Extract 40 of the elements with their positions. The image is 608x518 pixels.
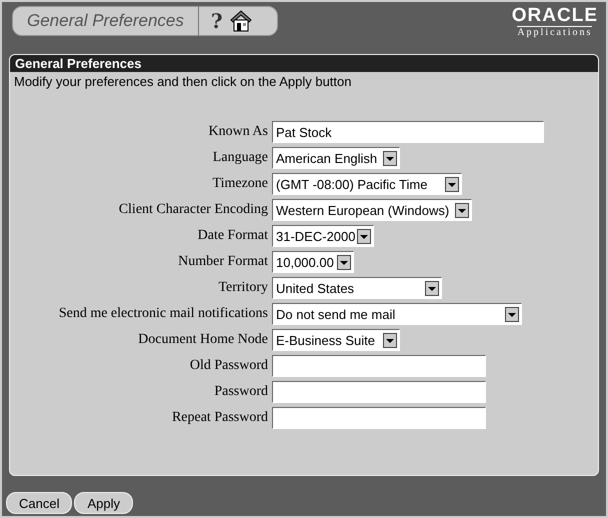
action-button[interactable]: Cancel [6, 492, 72, 514]
password-field[interactable] [272, 355, 486, 377]
caret-icon [337, 254, 351, 270]
caret-icon [455, 202, 469, 218]
action-button[interactable]: Apply [74, 492, 133, 514]
dropdown[interactable]: United States [272, 277, 442, 299]
field-label: Known As [207, 124, 268, 140]
home-icon[interactable] [228, 9, 253, 33]
dropdown[interactable]: Western European (Windows) [272, 199, 472, 221]
dropdown[interactable]: (GMT -08:00) Pacific Time [272, 173, 462, 195]
password-field[interactable] [272, 407, 486, 429]
text-field[interactable]: Pat Stock [272, 121, 544, 143]
caret-icon [425, 280, 439, 296]
caret-icon [357, 228, 371, 244]
caret-icon [383, 150, 397, 166]
dropdown[interactable]: 31-DEC-2000 [272, 225, 374, 247]
field-label: Number Format [177, 254, 268, 270]
caret-icon [383, 332, 397, 348]
caret-icon [505, 306, 519, 322]
field-label: Timezone [212, 176, 268, 192]
field-label: Territory [217, 280, 268, 296]
logo: ORACLE Applications [512, 6, 598, 38]
password-field[interactable] [272, 381, 486, 403]
dropdown[interactable]: E-Business Suite [272, 329, 400, 351]
field-label: Client Character Encoding [118, 202, 268, 218]
field-label: Send me electronic mail notifications [58, 306, 268, 322]
field-label: Document Home Node [137, 332, 268, 348]
dropdown[interactable]: American English [272, 147, 400, 169]
field-label: Repeat Password [170, 410, 268, 426]
help-icon[interactable]: ? [210, 9, 223, 33]
field-label: Password [213, 384, 268, 400]
section-title: General Preferences [10, 55, 598, 72]
caret-icon [445, 176, 459, 192]
dropdown[interactable]: Do not send me mail [272, 303, 522, 325]
field-label: Date Format [196, 228, 268, 244]
instruction-text: Modify your preferences and then click on the Apply button [13, 73, 352, 91]
field-label: Language [212, 150, 268, 166]
dropdown[interactable]: 10,000.00 [272, 251, 354, 273]
page-title: General Preferences [27, 11, 184, 31]
field-label: Old Password [188, 358, 268, 374]
